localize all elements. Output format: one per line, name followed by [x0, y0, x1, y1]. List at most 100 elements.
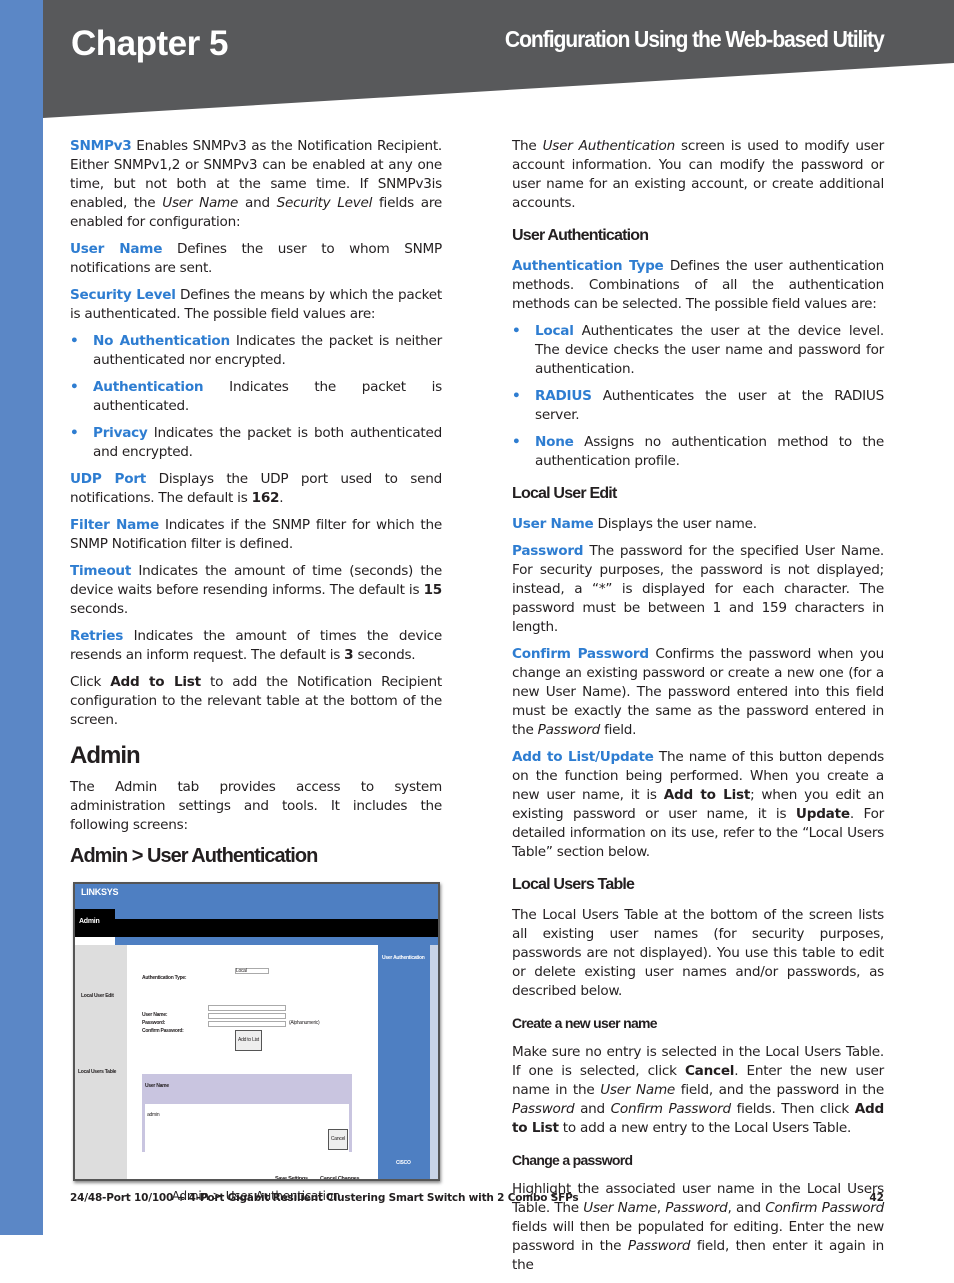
term: UDP Port	[70, 471, 147, 487]
local-users-table-label: Local Users Table	[78, 1069, 117, 1075]
text: field.	[600, 722, 637, 738]
paragraph: Make sure no entry is selected in the Lo…	[512, 1043, 884, 1138]
text: Password	[512, 1101, 575, 1117]
paragraph: Retries Indicates the amount of times th…	[70, 627, 442, 665]
text: Local Users Table	[512, 876, 635, 893]
text: Authenticates the user at the device lev…	[535, 323, 884, 377]
text: seconds.	[353, 647, 416, 663]
text: The	[512, 138, 543, 154]
text: User Authentication	[542, 138, 676, 154]
paragraph: Confirm Password Confirms the password w…	[512, 645, 884, 740]
term: Add to List/Update	[512, 749, 654, 765]
text: , and	[727, 1200, 766, 1216]
paragraph: User Name Defines the user to whom SNMP …	[70, 240, 442, 278]
bullet-item: RADIUS Authenticates the user at the RAD…	[512, 387, 884, 425]
help-panel: User Authentication CISCO	[378, 945, 430, 1179]
cancel-button: Cancel	[327, 1129, 348, 1150]
text: The Local Users Table at the bottom of t…	[512, 907, 884, 999]
page-number: 42	[869, 1192, 884, 1204]
text: Change a password	[512, 1152, 633, 1168]
bullet-item: No Authentication Indicates the packet i…	[70, 332, 442, 370]
bullet-item: Local Authenticates the user at the devi…	[512, 322, 884, 379]
term: Timeout	[70, 563, 132, 579]
heading: Local Users Table	[512, 876, 884, 894]
term: User Name	[512, 516, 594, 532]
text: fields. Then click	[730, 1101, 855, 1117]
left-color-strip	[0, 0, 43, 1235]
paragraph: User Name Displays the user name.	[512, 515, 884, 534]
paragraph: The Admin tab provides access to system …	[70, 778, 442, 835]
paragraph: UDP Port Displays the UDP port used to s…	[70, 470, 442, 508]
scrollbar	[430, 945, 438, 1179]
text: Local User Edit	[512, 485, 617, 502]
term: Local	[535, 323, 574, 339]
paragraph: Password The password for the specified …	[512, 542, 884, 637]
text: ,	[656, 1200, 666, 1216]
text: .	[279, 490, 284, 506]
text: Password	[537, 722, 601, 738]
text: Create a new user name	[512, 1015, 658, 1031]
text: User Name	[583, 1200, 657, 1216]
paragraph: Click Add to List to add the Notificatio…	[70, 673, 442, 730]
text: Password	[665, 1200, 728, 1216]
text: Update	[795, 806, 850, 822]
auth-type-label: Authentication Type:	[142, 975, 187, 981]
help-title: User Authentication	[382, 955, 425, 961]
bullet-item: None Assigns no authentication method to…	[512, 433, 884, 471]
text: and	[574, 1101, 611, 1117]
term: Authentication Type	[512, 258, 664, 274]
text: Add to List	[110, 674, 201, 690]
section-label: Admin	[79, 918, 100, 925]
cisco-logo: CISCO	[396, 1160, 411, 1166]
text: 3	[344, 647, 354, 663]
text: User Name	[600, 1082, 676, 1098]
running-header: Configuration Using the Web-based Utilit…	[505, 26, 885, 52]
text: Cancel	[684, 1063, 735, 1079]
paragraph: Authentication Type Defines the user aut…	[512, 257, 884, 314]
text: and	[238, 195, 277, 211]
footer-text: 24/48-Port 10/100 + 4-Port Gigabit Resil…	[70, 1192, 579, 1204]
term: Password	[512, 543, 584, 559]
heading: Create a new user name	[512, 1015, 884, 1031]
text: field, and the password in the	[675, 1082, 884, 1098]
confirm-password-label: Confirm Password:	[142, 1028, 184, 1034]
text: Click	[70, 674, 111, 690]
password-field	[208, 1013, 286, 1019]
table-row: admin	[147, 1112, 160, 1118]
paragraph: SNMPv3 Enables SNMPv3 as the Notificatio…	[70, 137, 442, 232]
term: User Name	[70, 241, 163, 257]
paragraph: Timeout Indicates the amount of time (se…	[70, 562, 442, 619]
term: Retries	[70, 628, 124, 644]
local-users-table: User Name admin Cancel	[142, 1074, 352, 1162]
heading: Local User Edit	[512, 485, 884, 503]
term: Confirm Password	[512, 646, 649, 662]
heading: Admin > User Authentication	[70, 845, 442, 868]
text: Admin > User Authentication	[70, 845, 318, 867]
heading: User Authentication	[512, 227, 884, 245]
alphanumeric-note: (Alphanumeric)	[289, 1020, 320, 1026]
linksys-logo: LINKSYS	[75, 884, 438, 909]
term: Filter Name	[70, 517, 159, 533]
chapter-title: Chapter 5	[71, 24, 228, 63]
cancel-changes-button: Cancel Changes	[320, 1176, 360, 1181]
text: Confirm Password	[765, 1200, 884, 1216]
heading: Admin	[70, 742, 442, 770]
admin-user-authentication-screenshot: LINKSYS Admin Local User Edit Local Users…	[73, 882, 440, 1181]
text: 162	[251, 490, 280, 506]
bullet-item: Authentication Indicates the packet is a…	[70, 378, 442, 416]
term: RADIUS	[535, 388, 592, 404]
paragraph: Security Level Defines the means by whic…	[70, 286, 442, 324]
term: Privacy	[93, 425, 148, 441]
text: Add to List	[663, 787, 751, 803]
term: No Authentication	[93, 333, 230, 349]
text: Displays the user name.	[593, 516, 758, 532]
text: The Admin tab provides access to system …	[70, 779, 442, 833]
term: None	[535, 434, 574, 450]
table-header: User Name	[145, 1083, 169, 1089]
text: User Authentication	[512, 227, 649, 244]
text: Security Level	[276, 195, 373, 211]
left-column: SNMPv3 Enables SNMPv3 as the Notificatio…	[70, 137, 442, 1206]
paragraph: Add to List/Update The name of this butt…	[512, 748, 884, 862]
term: Authentication	[93, 379, 204, 395]
user-name-field	[208, 1005, 286, 1011]
